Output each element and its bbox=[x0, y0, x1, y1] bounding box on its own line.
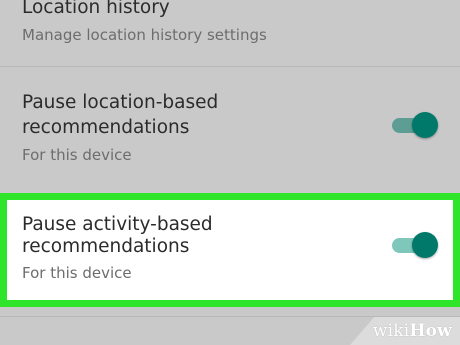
setting-pause-activity-recommendations[interactable]: Pause activity-based recommendations For… bbox=[0, 193, 460, 307]
toggle-thumb bbox=[412, 112, 438, 138]
watermark-suffix: How bbox=[409, 321, 452, 341]
setting-title-line2: recommendations bbox=[22, 236, 190, 257]
settings-screen: Location history Manage location history… bbox=[0, 0, 460, 345]
pause-activity-toggle[interactable] bbox=[392, 231, 438, 259]
watermark-prefix: wiki bbox=[372, 321, 410, 341]
setting-title-line1: Pause activity-based bbox=[22, 214, 213, 235]
setting-subtitle: For this device bbox=[22, 146, 132, 164]
setting-location-history[interactable]: Location history Manage location history… bbox=[0, 0, 460, 66]
pause-location-toggle[interactable] bbox=[392, 111, 438, 139]
divider bbox=[0, 316, 460, 317]
setting-subtitle: Manage location history settings bbox=[22, 26, 267, 44]
setting-title-line2: recommendations bbox=[22, 117, 190, 138]
setting-pause-location-recommendations[interactable]: Pause location-based recommendations For… bbox=[0, 67, 460, 187]
setting-subtitle: For this device bbox=[22, 264, 132, 282]
wikihow-watermark: wikiHow bbox=[373, 321, 452, 341]
toggle-thumb bbox=[412, 232, 438, 258]
setting-title-line1: Pause location-based bbox=[22, 92, 219, 113]
setting-title: Location history bbox=[22, 0, 170, 18]
